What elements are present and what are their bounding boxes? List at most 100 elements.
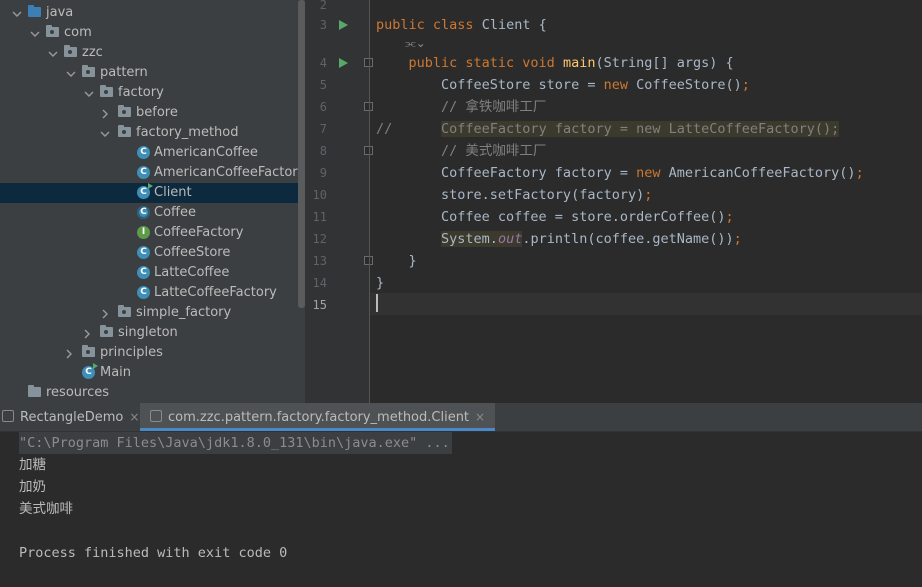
comment-marker: // [376, 121, 442, 137]
project-tree[interactable]: java com zzc pattern factory before fact… [0, 0, 305, 403]
chevron-down-icon[interactable] [30, 28, 40, 38]
chevron-down-icon[interactable] [66, 68, 76, 78]
tree-scrollbar[interactable] [298, 0, 305, 308]
code-line-14[interactable]: } [376, 272, 384, 294]
package-icon [118, 305, 131, 317]
tree-item-label: AmericanCoffeeFactory [154, 165, 305, 180]
tree-item-label: com [64, 25, 92, 40]
tree-item-resources[interactable]: resources [0, 383, 298, 403]
chevron-down-icon[interactable] [100, 128, 110, 138]
chevron-down-icon[interactable] [84, 88, 94, 98]
run-tab-client[interactable]: com.zzc.pattern.factory.factory_method.C… [140, 403, 496, 431]
keyword: new [636, 165, 661, 181]
commented-code: CoffeeFactory factory = new LatteCoffeeF… [441, 121, 840, 137]
run-tab-rectangledemo[interactable]: RectangleDemo × [0, 403, 147, 431]
package-icon [118, 125, 131, 137]
tree-item-coffee[interactable]: C Coffee [0, 203, 298, 223]
console-output-line: 美式咖啡 [19, 501, 73, 517]
code-line-9[interactable]: CoffeeFactory factory = new AmericanCoff… [376, 162, 864, 184]
chevron-down-icon[interactable] [12, 8, 22, 18]
code-text: Client { [473, 17, 547, 33]
tree-item-label: simple_factory [136, 305, 232, 320]
code-text: store.setFactory(factory) [376, 187, 645, 203]
code-line-10[interactable]: store.setFactory(factory); [376, 184, 652, 206]
source-folder-icon [28, 5, 41, 17]
run-class-icon[interactable] [339, 20, 348, 30]
console-command: "C:\Program Files\Java\jdk1.8.0_131\bin\… [19, 432, 452, 454]
semicolon: ; [741, 77, 750, 93]
class-icon: C [137, 286, 150, 299]
keyword: new [603, 77, 628, 93]
inlay-hint-icon[interactable]: ⫘⌄ [405, 36, 426, 51]
code-text: (String[] args) { [595, 55, 734, 71]
tree-item-lattecoffee[interactable]: C LatteCoffee [0, 263, 298, 283]
static-field: out [497, 231, 523, 247]
code-text: CoffeeStore() [627, 77, 742, 93]
chevron-right-icon[interactable] [100, 108, 110, 119]
tree-item-americancoffee[interactable]: C AmericanCoffee [0, 143, 298, 163]
tree-item-zzc[interactable]: zzc [0, 43, 298, 63]
tree-item-americancoffeefactory[interactable]: C AmericanCoffeeFactory [0, 163, 305, 183]
line-number: 14 [312, 276, 327, 290]
run-main-icon[interactable] [339, 58, 348, 68]
tree-item-main[interactable]: C Main [0, 363, 298, 383]
chevron-down-icon[interactable] [48, 48, 58, 58]
code-line-4[interactable]: public static void main(String[] args) { [376, 52, 734, 74]
chevron-right-icon[interactable] [100, 308, 110, 319]
tree-item-client[interactable]: C Client [0, 183, 298, 203]
keyword: public static void [408, 55, 555, 71]
tree-item-label: LatteCoffeeFactory [154, 285, 277, 300]
tree-item-coffeefactory[interactable]: I CoffeeFactory [0, 223, 298, 243]
tree-item-pattern[interactable]: pattern [0, 63, 298, 83]
tree-item-factory[interactable]: factory [0, 83, 298, 103]
code-text: Coffee coffee = store.orderCoffee() [376, 209, 726, 225]
tree-item-label: AmericanCoffee [154, 145, 258, 160]
code-line-5[interactable]: CoffeeStore store = new CoffeeStore(); [376, 74, 750, 96]
method-name: main [562, 55, 596, 71]
tree-item-singleton[interactable]: singleton [0, 323, 298, 343]
tree-item-java[interactable]: java [0, 3, 298, 23]
code-line-11[interactable]: Coffee coffee = store.orderCoffee(); [376, 206, 734, 228]
run-console[interactable]: "C:\Program Files\Java\jdk1.8.0_131\bin\… [0, 432, 922, 587]
close-icon[interactable]: × [129, 410, 139, 424]
chevron-right-icon[interactable] [64, 348, 74, 359]
semicolon: ; [644, 187, 653, 203]
code-line-7[interactable]: // CoffeeFactory factory = new LatteCoff… [376, 118, 840, 140]
main-class-icon: C [137, 183, 153, 199]
run-config-icon [150, 410, 162, 422]
package-icon [100, 325, 113, 337]
tree-item-lattecoffeefactory[interactable]: C LatteCoffeeFactory [0, 283, 298, 303]
package-icon [64, 45, 77, 57]
tree-item-com[interactable]: com [0, 23, 298, 43]
console-exit-message: Process finished with exit code 0 [19, 545, 288, 561]
tree-item-coffeestore[interactable]: C CoffeeStore [0, 243, 298, 263]
tab-label: RectangleDemo [20, 410, 124, 425]
class-icon: C [137, 166, 150, 179]
close-icon[interactable]: × [475, 410, 485, 424]
tree-item-label: pattern [100, 65, 148, 80]
code-line-8[interactable]: // 美式咖啡工厂 [376, 140, 546, 162]
console-output-line: 加糖 [19, 457, 46, 473]
class-icon: C [137, 146, 150, 159]
package-icon [46, 25, 59, 37]
code-editor[interactable]: 2 3 4 5 6 7 8 9 10 11 12 13 14 15 ⫘⌄ pub… [305, 0, 922, 403]
tree-item-label: before [136, 105, 178, 120]
code-line-12[interactable]: System.out.println(coffee.getName()); [376, 228, 742, 250]
line-number: 5 [319, 78, 327, 92]
tree-item-simple-factory[interactable]: simple_factory [0, 303, 298, 323]
abstract-class-icon: C [137, 206, 150, 219]
tree-item-before[interactable]: before [0, 103, 298, 123]
code-line-13[interactable]: } [376, 250, 417, 272]
code-text: CoffeeStore store = [376, 77, 604, 93]
tree-item-label: CoffeeFactory [154, 225, 244, 240]
code-line-3[interactable]: public class Client { [376, 14, 547, 36]
chevron-right-icon[interactable] [82, 328, 92, 339]
class-icon: C [137, 266, 150, 279]
code-text: CoffeeFactory factory = [376, 165, 637, 181]
line-number: 4 [319, 56, 327, 70]
code-line-6[interactable]: // 拿铁咖啡工厂 [376, 96, 546, 118]
tree-item-principles[interactable]: principles [0, 343, 298, 363]
tree-item-factory-method[interactable]: factory_method [0, 123, 298, 143]
